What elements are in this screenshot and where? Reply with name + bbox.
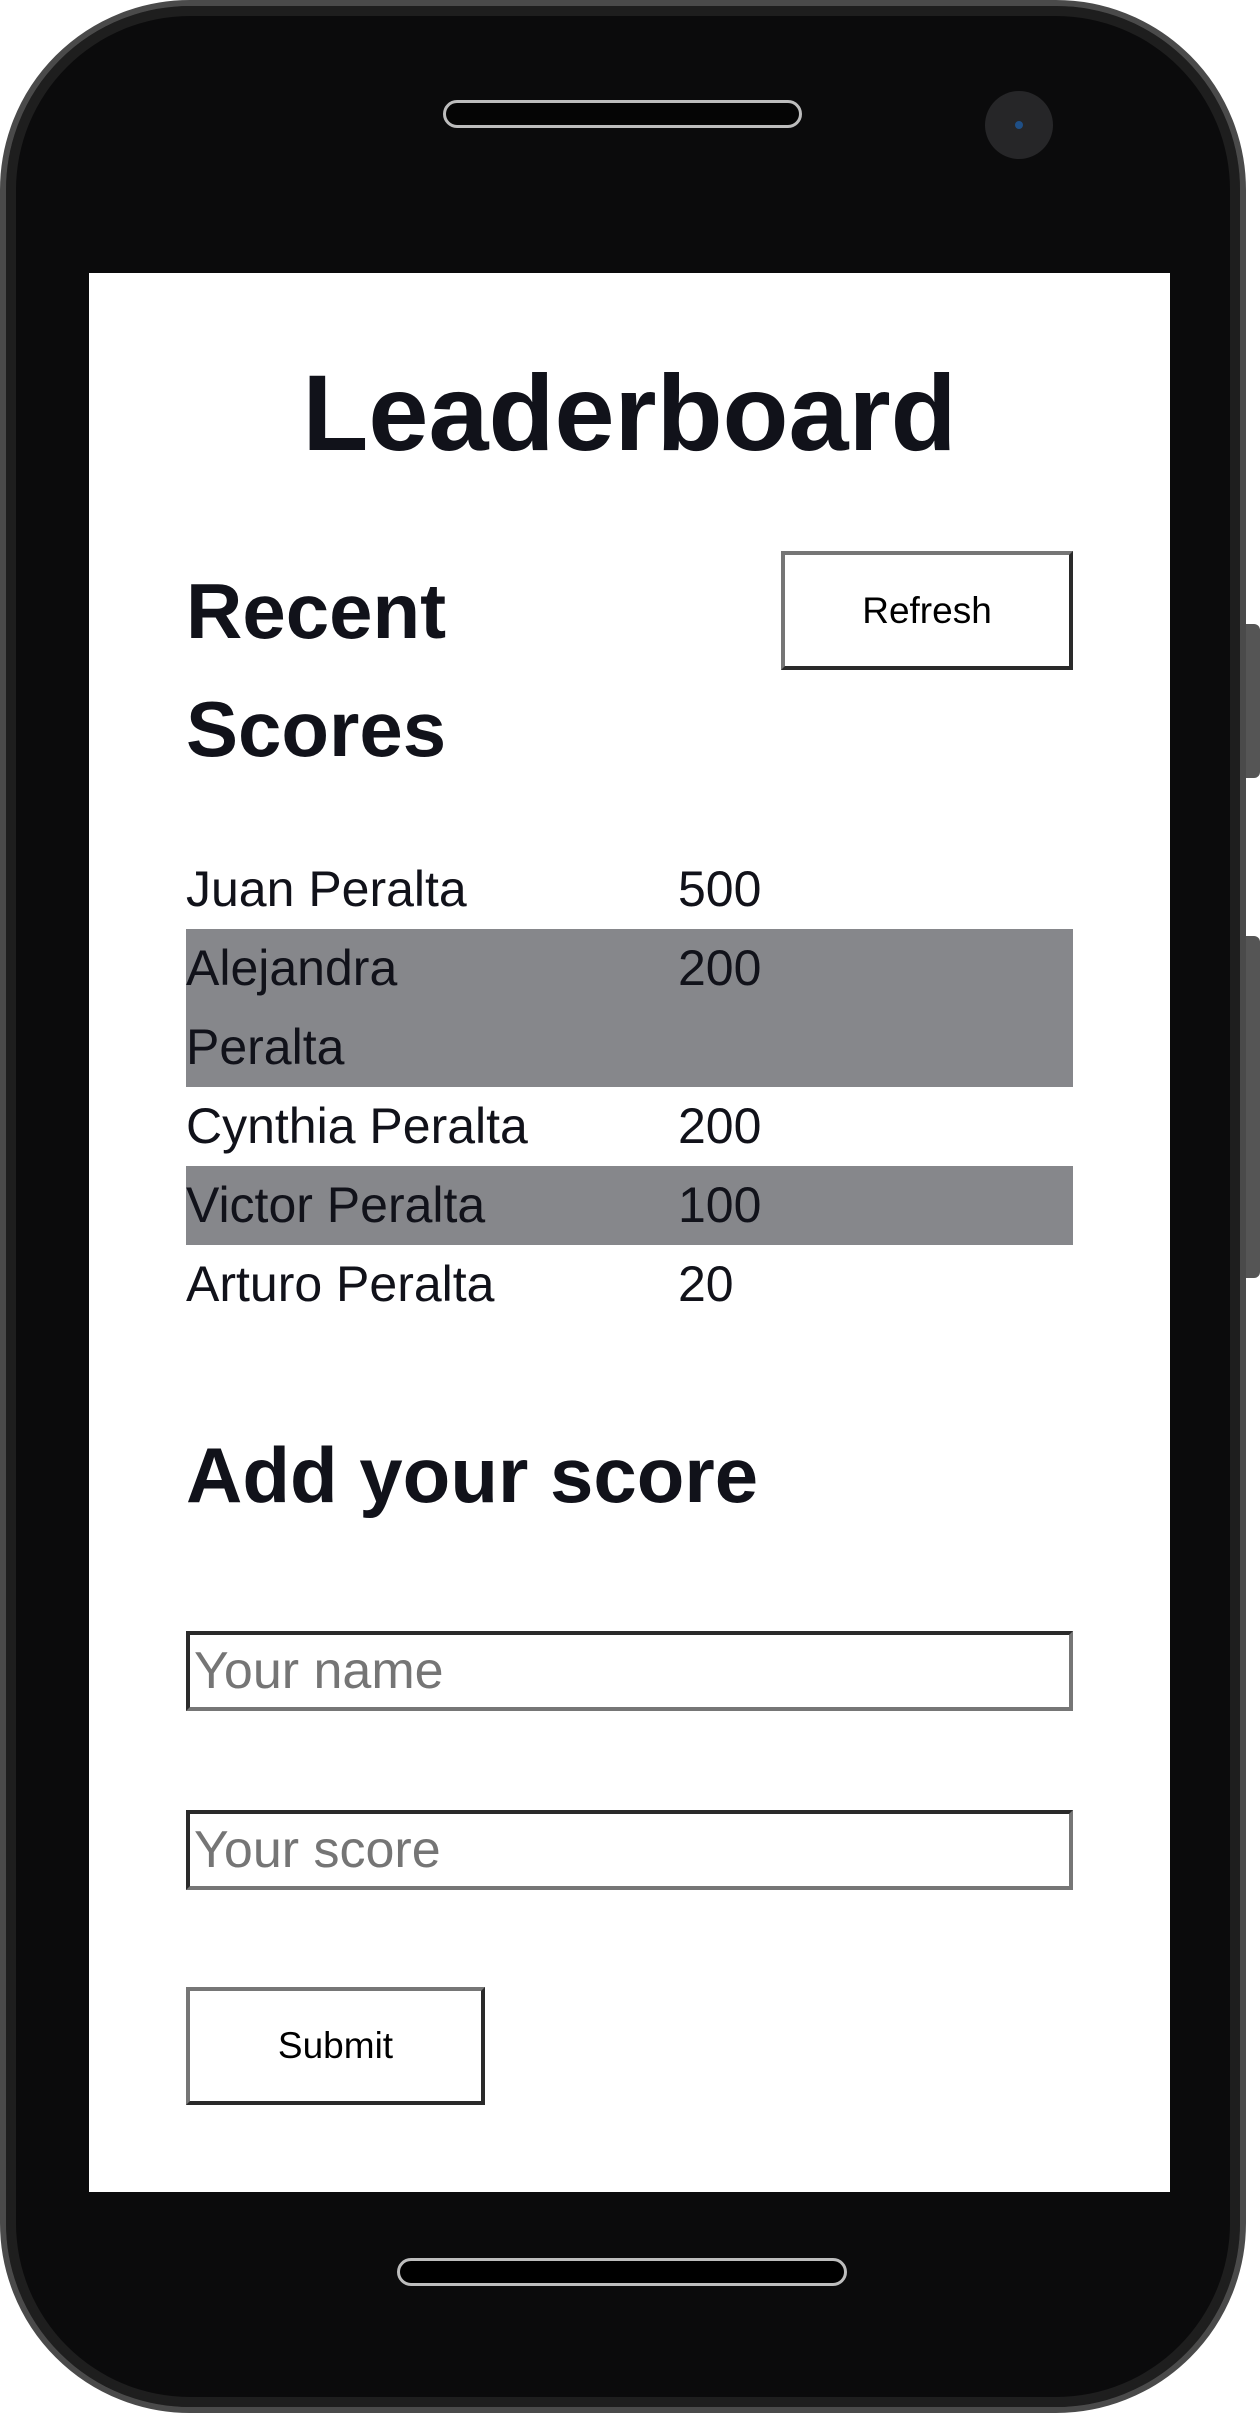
- player-score: 20: [678, 1256, 734, 1312]
- player-score: 200: [678, 940, 762, 996]
- power-button: [1246, 936, 1260, 1278]
- table-row: Victor Peralta 100: [186, 1166, 1073, 1245]
- speaker-grille: [443, 100, 802, 128]
- app-screen: Leaderboard Recent Scores Refresh Juan P…: [89, 273, 1170, 2192]
- player-score: 500: [678, 861, 762, 917]
- table-row: Arturo Peralta 20: [186, 1245, 1073, 1324]
- table-row: Cynthia Peralta 200: [186, 1087, 1073, 1166]
- submit-button[interactable]: Submit: [186, 1987, 485, 2105]
- home-bar: [397, 2258, 847, 2286]
- scores-table: Juan Peralta 500 Alejandra Peralta 200 C…: [186, 850, 1073, 1324]
- name-input[interactable]: [186, 1631, 1073, 1711]
- recent-scores-heading-line2: Scores: [186, 685, 447, 773]
- player-name: Cynthia Peralta: [186, 1098, 528, 1154]
- table-row: Alejandra Peralta 200: [186, 929, 1073, 1087]
- player-name: Arturo Peralta: [186, 1256, 495, 1312]
- player-name: Victor Peralta: [186, 1177, 486, 1233]
- player-name: Juan Peralta: [186, 861, 467, 917]
- table-row: Juan Peralta 500: [186, 850, 1073, 929]
- camera-icon: [985, 91, 1053, 159]
- player-score: 200: [678, 1098, 762, 1154]
- page-title: Leaderboard: [302, 352, 957, 473]
- volume-button: [1246, 624, 1260, 778]
- player-score: 100: [678, 1177, 762, 1233]
- player-name: Alejandra Peralta: [186, 940, 398, 1075]
- add-score-heading: Add your score: [186, 1431, 759, 1519]
- recent-scores-heading-line1: Recent: [186, 567, 447, 655]
- refresh-button[interactable]: Refresh: [781, 551, 1073, 670]
- score-input[interactable]: [186, 1810, 1073, 1890]
